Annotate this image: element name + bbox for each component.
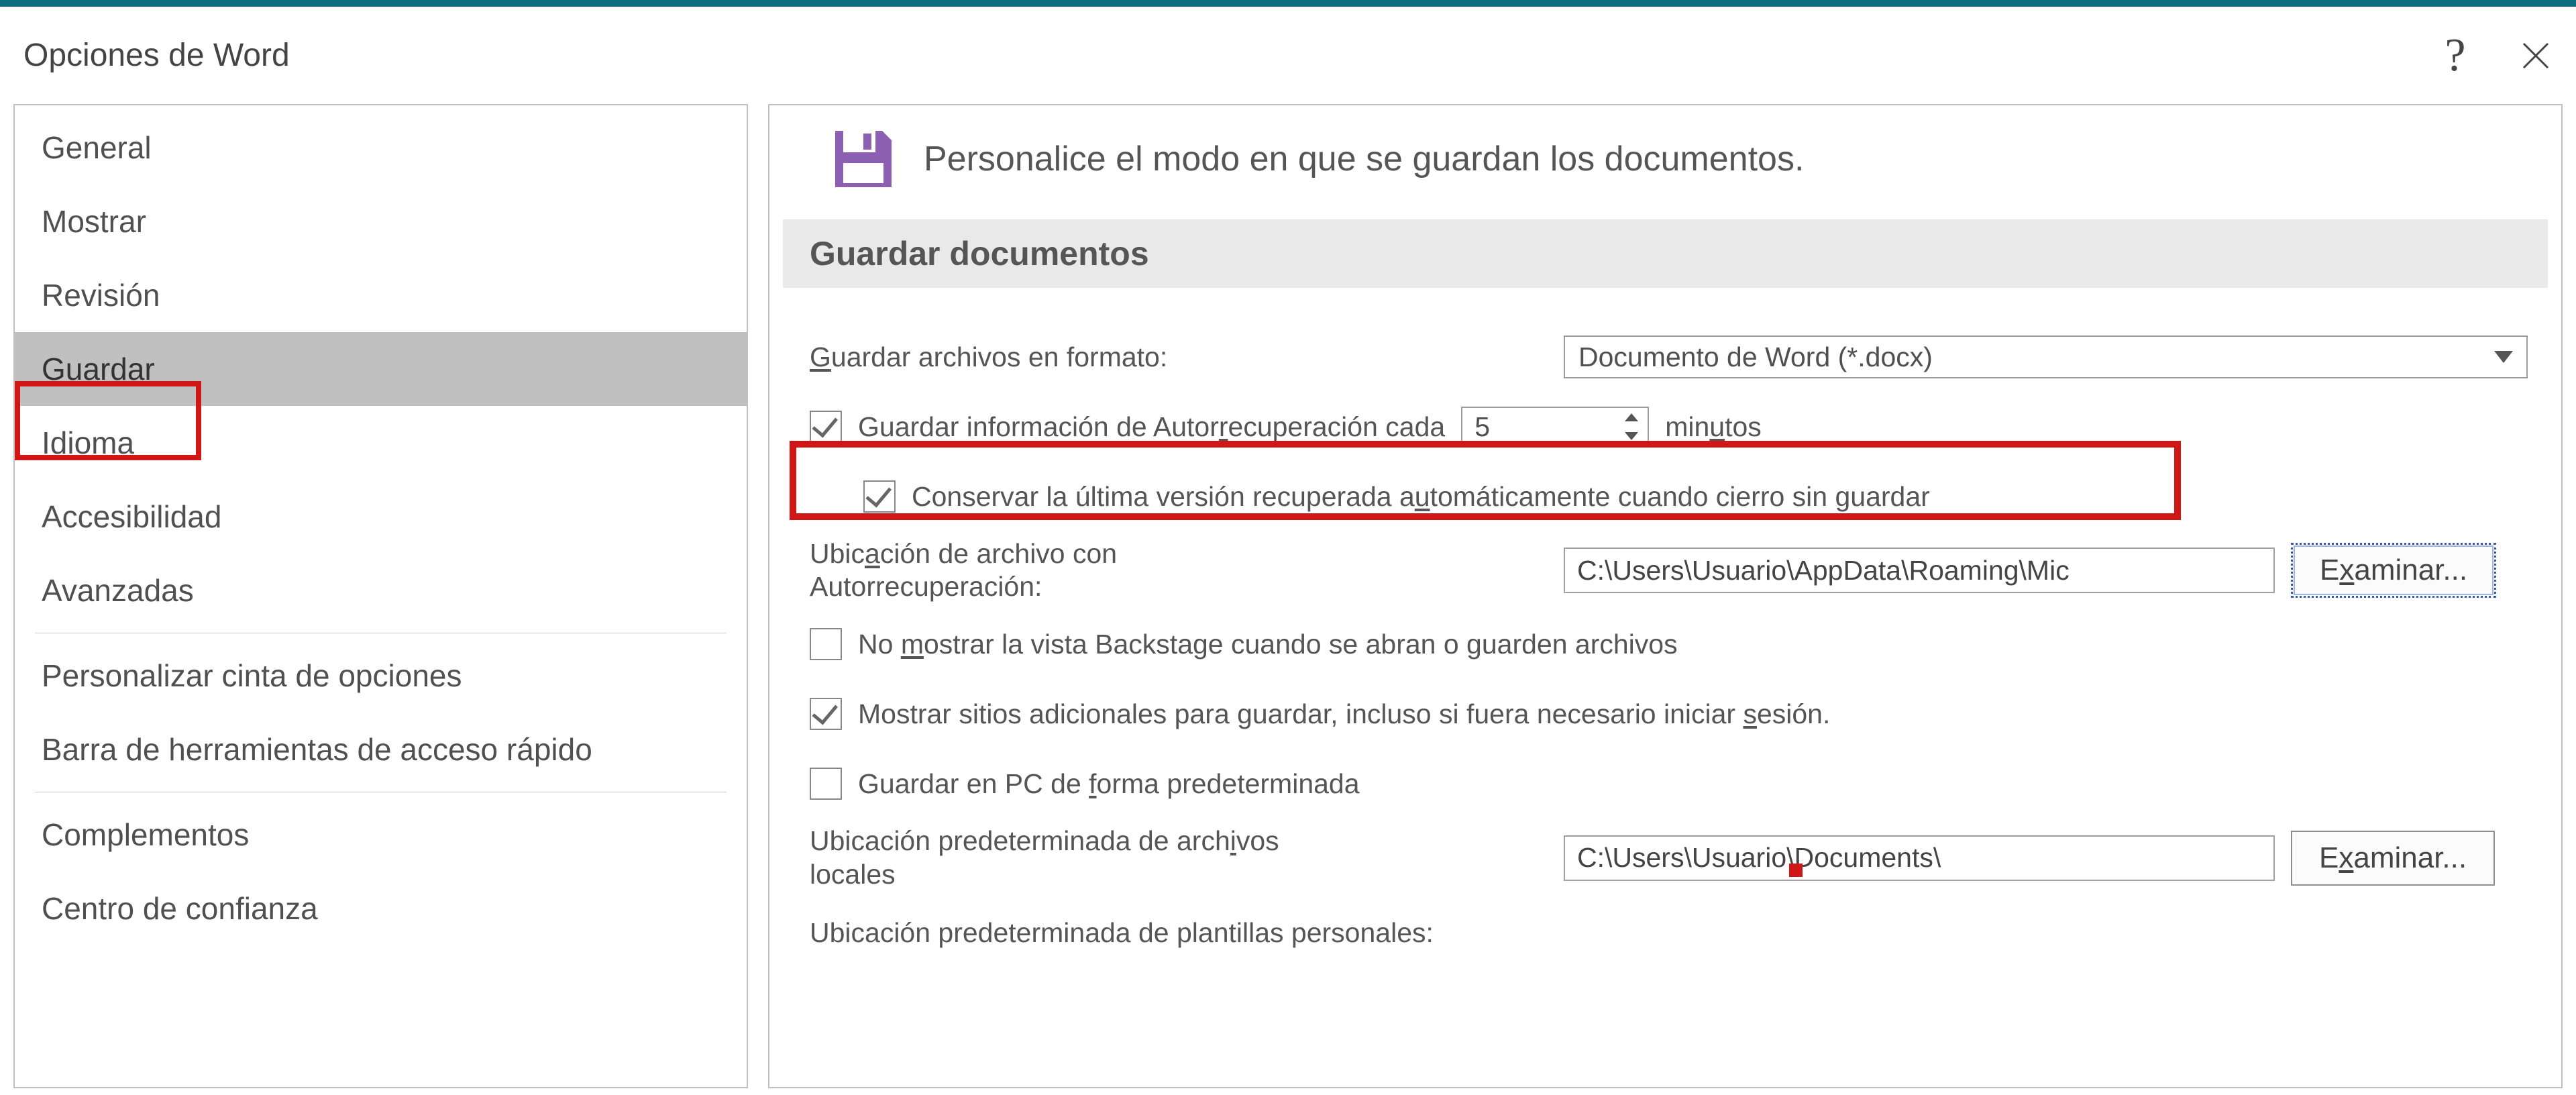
- show-additional-sites-label: Mostrar sitios adicionales para guardar,…: [858, 698, 1830, 730]
- save-pc-default-checkbox[interactable]: [810, 768, 842, 800]
- row-save-pc-default: Guardar en PC de forma predeterminada: [810, 755, 2541, 813]
- sidebar-item-revision[interactable]: Revisión: [15, 258, 747, 332]
- settings-panel: Personalice el modo en que se guardan lo…: [768, 104, 2563, 1088]
- section-title: Guardar documentos: [783, 219, 2548, 288]
- autorecovery-minutes-spinner[interactable]: 5: [1461, 407, 1649, 447]
- show-additional-sites-checkbox[interactable]: [810, 698, 842, 730]
- row-autorecovery-interval: Guardar información de Autorrecuperación…: [810, 398, 2541, 456]
- help-button[interactable]: ?: [2415, 22, 2496, 89]
- autorecovery-checkbox[interactable]: [810, 411, 842, 443]
- minutes-label: minutos: [1665, 411, 1762, 443]
- autorecovery-minutes-value: 5: [1462, 408, 1615, 446]
- row-show-additional-sites: Mostrar sitios adicionales para guardar,…: [810, 685, 2541, 743]
- keep-last-autosave-checkbox[interactable]: [863, 480, 896, 513]
- close-button[interactable]: [2496, 22, 2576, 89]
- save-format-value: Documento de Word (*.docx): [1578, 342, 1933, 373]
- dialog-title: Opciones de Word: [23, 37, 290, 74]
- default-template-location-label: Ubicación predeterminada de plantillas p…: [810, 917, 1434, 949]
- row-default-template-location: Ubicación predeterminada de plantillas p…: [810, 904, 2541, 962]
- sidebar-item-personalizar-cinta[interactable]: Personalizar cinta de opciones: [15, 639, 747, 713]
- no-backstage-label: No mostrar la vista Backstage cuando se …: [858, 629, 1678, 660]
- sidebar-nav: General Mostrar Revisión Guardar Idioma …: [13, 104, 748, 1088]
- row-autorecovery-location: Ubicación de archivo con Autorrecuperaci…: [810, 537, 2541, 603]
- annotation-dot: [1789, 864, 1803, 877]
- autorecovery-location-label: Ubicación de archivo con Autorrecuperaci…: [810, 537, 1548, 603]
- no-backstage-checkbox[interactable]: [810, 628, 842, 660]
- save-pc-default-label: Guardar en PC de forma predeterminada: [858, 768, 1360, 800]
- titlebar: Opciones de Word ?: [0, 7, 2576, 104]
- row-no-backstage: No mostrar la vista Backstage cuando se …: [810, 615, 2541, 673]
- sidebar-item-avanzadas[interactable]: Avanzadas: [15, 554, 747, 627]
- form-area: Guardar archivos en formato: Documento d…: [769, 288, 2561, 962]
- default-local-location-label: Ubicación predeterminada de archivos loc…: [810, 825, 1548, 890]
- sidebar-item-complementos[interactable]: Complementos: [15, 798, 747, 872]
- sidebar-item-centro-confianza[interactable]: Centro de confianza: [15, 872, 747, 945]
- keep-last-autosave-label: Conservar la última versión recuperada a…: [912, 481, 1930, 513]
- panel-heading-text: Personalice el modo en que se guardan lo…: [924, 139, 1804, 179]
- autorecovery-location-input[interactable]: C:\Users\Usuario\AppData\Roaming\Mic: [1564, 548, 2275, 593]
- sidebar-item-barra-acceso-rapido[interactable]: Barra de herramientas de acceso rápido: [15, 713, 747, 786]
- panel-heading: Personalice el modo en que se guardan lo…: [769, 125, 2561, 219]
- sidebar-item-idioma[interactable]: Idioma: [15, 406, 747, 480]
- save-format-label: Guardar archivos en formato:: [810, 342, 1548, 373]
- close-icon: [2520, 29, 2552, 83]
- default-local-location-input[interactable]: C:\Users\Usuario\Documents\: [1564, 835, 2275, 881]
- browse-default-location-button[interactable]: Examinar...: [2291, 831, 2495, 886]
- word-options-dialog: Opciones de Word ? General Mostrar Revis…: [0, 0, 2576, 1095]
- chevron-down-icon: [2494, 351, 2513, 363]
- row-save-format: Guardar archivos en formato: Documento d…: [810, 328, 2541, 386]
- sidebar-item-general[interactable]: General: [15, 111, 747, 185]
- row-keep-last-autosave: Conservar la última versión recuperada a…: [810, 468, 2541, 525]
- autorecovery-label: Guardar información de Autorrecuperación…: [858, 411, 1445, 443]
- save-icon: [830, 125, 897, 193]
- save-format-select[interactable]: Documento de Word (*.docx): [1564, 335, 2528, 378]
- browse-autorecovery-button[interactable]: Examinar...: [2291, 543, 2496, 598]
- row-default-local-location: Ubicación predeterminada de archivos loc…: [810, 825, 2541, 890]
- sidebar-item-mostrar[interactable]: Mostrar: [15, 185, 747, 258]
- sidebar-item-guardar[interactable]: Guardar: [15, 332, 747, 406]
- spinner-down-button[interactable]: [1615, 427, 1648, 446]
- spinner-up-button[interactable]: [1615, 408, 1648, 427]
- sidebar-item-accesibilidad[interactable]: Accesibilidad: [15, 480, 747, 554]
- dialog-body: General Mostrar Revisión Guardar Idioma …: [0, 104, 2576, 1095]
